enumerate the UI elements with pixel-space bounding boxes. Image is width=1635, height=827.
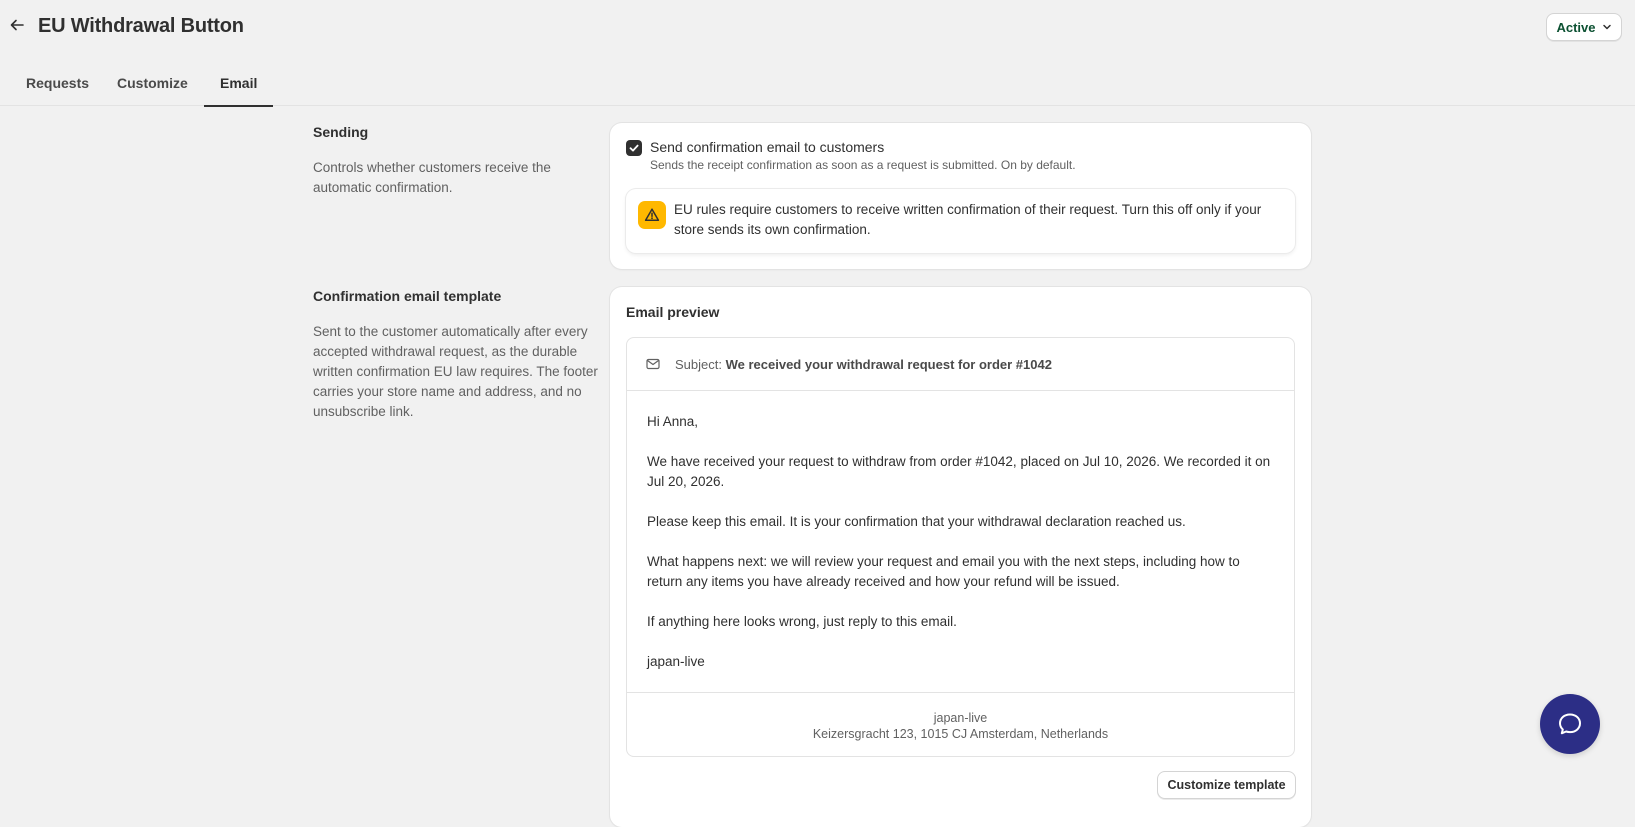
tab-label: Customize xyxy=(117,75,188,91)
tab-label: Requests xyxy=(26,75,90,91)
email-paragraph: Please keep this email. It is your confi… xyxy=(647,514,1186,529)
customize-template-button[interactable]: Customize template xyxy=(1157,771,1296,799)
email-preview-heading: Email preview xyxy=(626,304,720,320)
warning-banner: EU rules require customers to receive wr… xyxy=(626,189,1295,253)
chat-bubble-icon xyxy=(1559,713,1581,735)
checkbox-help-text: Sends the receipt confirmation as soon a… xyxy=(650,158,1076,172)
email-paragraph: What happens next: we will review your r… xyxy=(647,554,1240,589)
sending-section-description: Controls whether customers receive the a… xyxy=(313,160,551,195)
chat-button[interactable] xyxy=(1540,694,1600,754)
back-button[interactable] xyxy=(6,14,28,36)
email-preview: Subject: We received your withdrawal req… xyxy=(626,337,1295,757)
send-confirmation-checkbox[interactable] xyxy=(626,140,642,156)
subject-text: We received your withdrawal request for … xyxy=(725,357,1052,372)
email-paragraph: We have received your request to withdra… xyxy=(647,454,1271,489)
status-dropdown[interactable]: Active xyxy=(1546,13,1622,41)
chevron-down-icon xyxy=(1602,24,1611,30)
tab-customize[interactable]: Customize xyxy=(101,60,204,106)
tab-bar: Requests Customize Email xyxy=(0,60,1635,107)
email-body: Hi Anna, We have received your request t… xyxy=(647,412,1277,692)
checkmark-icon xyxy=(629,144,639,152)
status-label: Active xyxy=(1556,19,1596,35)
sending-section-title: Sending xyxy=(313,124,369,140)
email-preview-card: Email preview Subject: We received your … xyxy=(610,287,1311,827)
page-header: EU Withdrawal Button Active Requests Cus… xyxy=(0,0,1635,107)
page-title: EU Withdrawal Button xyxy=(38,15,244,37)
template-section-title: Confirmation email template xyxy=(313,288,502,304)
template-section-description: Sent to the customer automatically after… xyxy=(313,324,598,419)
email-subject: Subject: We received your withdrawal req… xyxy=(675,357,1052,372)
footer-address: Keizersgracht 123, 1015 CJ Amsterdam, Ne… xyxy=(812,727,1109,741)
mail-icon xyxy=(646,358,660,370)
email-paragraph: If anything here looks wrong, just reply… xyxy=(647,614,957,629)
sending-card: Send confirmation email to customers Sen… xyxy=(610,123,1311,269)
email-paragraph: Hi Anna, xyxy=(647,414,699,429)
checkbox-label: Send confirmation email to customers xyxy=(650,139,885,155)
tab-email[interactable]: Email xyxy=(204,60,274,107)
email-subject-row: Subject: We received your withdrawal req… xyxy=(627,338,1294,391)
email-signature: japan-live xyxy=(647,654,705,669)
warning-text: EU rules require customers to receive wr… xyxy=(674,202,1262,237)
tab-requests[interactable]: Requests xyxy=(10,60,105,106)
tab-label: Email xyxy=(220,75,258,91)
subject-prefix: Subject: xyxy=(675,357,722,372)
footer-store-name: japan-live xyxy=(933,711,988,725)
arrow-left-icon xyxy=(10,19,24,31)
email-footer: japan-live Keizersgracht 123, 1015 CJ Am… xyxy=(627,692,1294,756)
alert-triangle-icon xyxy=(638,201,666,229)
